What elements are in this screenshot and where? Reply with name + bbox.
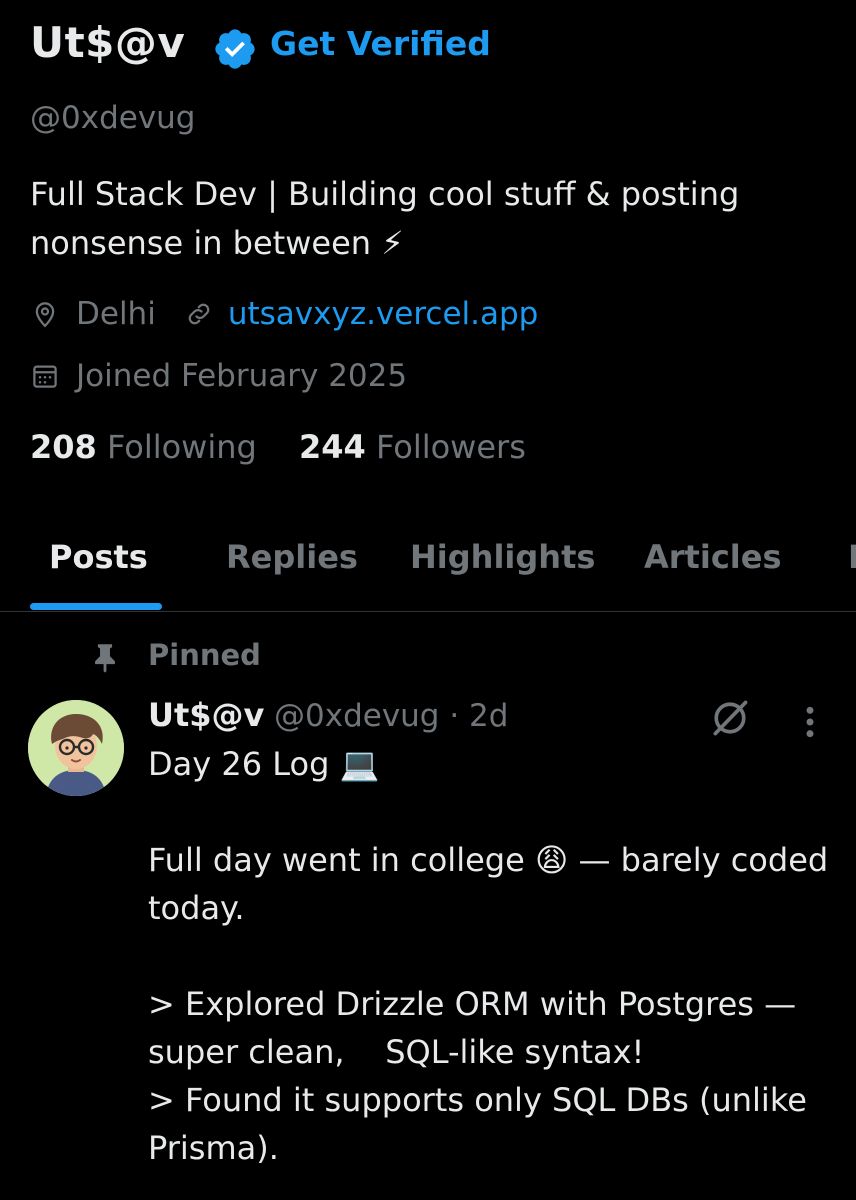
following-link[interactable]: 208 Following (30, 428, 267, 466)
profile-joined-row: Joined February 2025 (30, 358, 407, 394)
get-verified-button[interactable]: Get Verified (270, 24, 491, 63)
tab-articles[interactable]: Articles (644, 538, 782, 576)
followers-count: 244 (299, 428, 366, 466)
followers-link[interactable]: 244 Followers (299, 428, 526, 466)
calendar-icon (33, 365, 57, 388)
post-body: Day 26 Log 💻 Full day went in college 😩 … (148, 745, 829, 1167)
tab-posts[interactable]: Posts (49, 538, 148, 576)
active-tab-indicator (30, 603, 162, 610)
grok-icon[interactable] (708, 696, 752, 740)
profile-display-name: Ut$@v (30, 18, 186, 67)
profile-location-row: Delhi utsavxyz.vercel.app (30, 296, 538, 332)
link-icon (188, 303, 210, 325)
post-handle-time[interactable]: @0xdevug · 2d (274, 698, 508, 734)
profile-bio: Full Stack Dev | Building cool stuff & p… (30, 175, 740, 262)
verified-badge-icon (215, 29, 255, 69)
pin-icon (95, 644, 115, 673)
following-count: 208 (30, 428, 97, 466)
profile-joined-date: Joined February 2025 (76, 358, 408, 394)
pinned-label: Pinned (148, 638, 261, 672)
profile-location: Delhi (76, 296, 156, 332)
location-pin-icon (35, 302, 55, 328)
profile-tabs: Posts Replies Highlights Articles M (0, 528, 856, 612)
avatar[interactable] (28, 700, 124, 796)
tab-media[interactable]: M (848, 538, 856, 576)
profile-handle: @0xdevug (30, 100, 196, 136)
avatar-illustration (28, 700, 124, 796)
tab-divider (0, 611, 856, 612)
profile-stats: 208 Following 244 Followers (30, 428, 526, 466)
more-vertical-icon[interactable] (796, 702, 824, 742)
tab-highlights[interactable]: Highlights (410, 538, 595, 576)
following-label: Following (106, 428, 257, 466)
followers-label: Followers (375, 428, 526, 466)
profile-website-link[interactable]: utsavxyz.vercel.app (228, 296, 539, 332)
post-author-name[interactable]: Ut$@v (148, 696, 264, 734)
tab-replies[interactable]: Replies (226, 538, 358, 576)
